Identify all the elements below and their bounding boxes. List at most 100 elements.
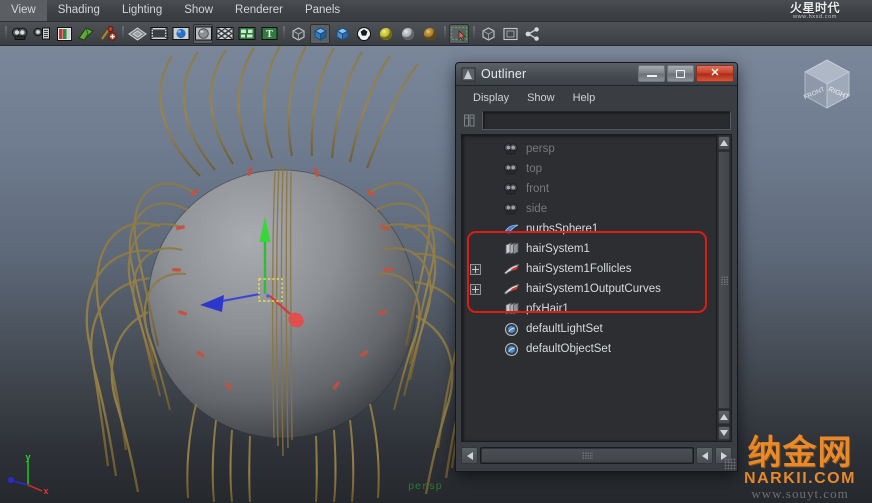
expand-toggle[interactable] [470,283,481,295]
scroll-left-small-button[interactable] [696,447,713,464]
cube-textured-icon[interactable] [332,24,352,44]
minimize-button[interactable] [638,65,665,82]
scroll-up-button[interactable] [718,136,730,150]
hair-strands-back [159,46,419,177]
smooth-shade-icon[interactable] [171,24,191,44]
outliner-item-label: top [526,163,542,175]
outliner-title-bar[interactable]: Outliner ✕ [456,63,737,86]
camera-attributes-icon[interactable] [32,24,52,44]
outliner-app-icon [461,67,476,81]
close-icon: ✕ [710,67,720,79]
outliner-item-defaultlightset[interactable]: defaultLightSet [462,319,716,339]
film-icon[interactable] [149,24,169,44]
toolbar-separator [119,25,126,43]
outliner-item-hairsystem1outputcurves[interactable]: hairSystem1OutputCurves [462,279,716,299]
outliner-item-label: side [526,203,548,215]
wireframe-icon[interactable] [127,24,147,44]
svg-text:T: T [266,29,273,40]
share-icon[interactable] [522,24,542,44]
nurbs-surface-icon [502,221,520,237]
toolbar-separator [441,25,448,43]
outliner-list-panel: persp top front side nurbsSphere1 hairSy… [461,134,732,442]
camera-icon[interactable] [10,24,30,44]
outliner-menu-help[interactable]: Help [564,90,605,106]
menu-view[interactable]: View [0,0,47,21]
outliner-item-label: front [526,183,550,195]
outliner-item-label: hairSystem1Follicles [526,263,632,275]
outliner-vertical-scrollbar[interactable] [716,135,731,441]
outliner-title-text: Outliner [481,67,527,81]
outliner-item-front[interactable]: front [462,179,716,199]
marquee-select-icon[interactable] [449,23,469,44]
outliner-search-input[interactable] [482,110,731,130]
toolbar-separator [470,25,477,43]
set-icon [502,341,520,357]
scroll-up-small-button[interactable] [718,410,730,424]
outliner-menu-display[interactable]: Display [464,90,518,106]
paint-icon[interactable] [76,24,96,44]
filter-icon[interactable] [462,111,479,129]
scroll-left-button[interactable] [461,447,478,464]
xray-icon[interactable] [237,24,257,44]
viewport-icon-toolbar: T [0,22,872,46]
outliner-body: Display Show Help persp top front side n… [456,86,737,471]
expand-toggle[interactable] [470,263,481,275]
outliner-item-nurbssphere1[interactable]: nurbsSphere1 [462,219,716,239]
close-button[interactable]: ✕ [696,65,734,82]
light-yellow-icon[interactable] [376,24,396,44]
outliner-item-side[interactable]: side [462,199,716,219]
checker-sphere-icon[interactable] [354,24,374,44]
outliner-item-label: pfxHair1 [526,303,569,315]
outliner-item-label: hairSystem1 [526,243,590,255]
light-amber-icon[interactable] [420,24,440,44]
maximize-button[interactable] [667,65,694,82]
outliner-item-list[interactable]: persp top front side nurbsSphere1 hairSy… [462,135,716,441]
horizontal-scroll-track[interactable] [480,447,694,464]
menu-show[interactable]: Show [173,0,224,21]
outliner-item-pfxhair1[interactable]: pfxHair1 [462,299,716,319]
outliner-item-hairsystem1[interactable]: hairSystem1 [462,239,716,259]
menu-panels[interactable]: Panels [294,0,351,21]
light-gray-icon[interactable] [398,24,418,44]
menu-lighting[interactable]: Lighting [111,0,173,21]
cube-wireframe-icon[interactable] [288,24,308,44]
outliner-item-persp[interactable]: persp [462,139,716,159]
camera-icon [502,141,520,157]
book-icon[interactable] [54,24,74,44]
brush-add-icon[interactable] [98,24,118,44]
shaded-sphere-icon[interactable] [193,23,213,44]
resize-grip[interactable] [724,458,736,470]
vertical-scroll-thumb[interactable] [718,151,730,409]
outliner-item-top[interactable]: top [462,159,716,179]
camera-icon [502,161,520,177]
scroll-down-button[interactable] [718,426,730,440]
outliner-horizontal-scrollbar[interactable] [461,446,732,465]
menu-renderer[interactable]: Renderer [224,0,294,21]
scroll-grip-icon [581,452,593,459]
scene-render [85,46,477,503]
horizontal-scroll-thumb[interactable] [481,448,693,463]
outliner-item-hairsystem1follicles[interactable]: hairSystem1Follicles [462,259,716,279]
toolbar-separator [2,25,9,43]
texture-icon[interactable] [215,24,235,44]
cube-shaded-icon[interactable] [310,23,330,44]
outliner-item-label: nurbsSphere1 [526,223,599,235]
text-icon[interactable]: T [259,24,279,44]
view-cube[interactable]: FRONT RIGHT [795,54,859,116]
scroll-grip-icon [720,275,728,285]
outliner-window[interactable]: Outliner ✕ Display Show Help persp top f… [455,62,738,472]
menu-shading[interactable]: Shading [47,0,111,21]
axis-y-label: y [25,452,30,462]
isolate-cube-icon[interactable] [478,24,498,44]
camera-icon [502,201,520,217]
hair-system-icon [502,301,520,317]
vertical-scroll-track[interactable] [718,151,730,409]
outliner-item-label: hairSystem1OutputCurves [526,283,661,295]
frame-icon[interactable] [500,24,520,44]
perspective-viewport[interactable]: y x persp FRONT RIGHT 纳金网 NARKII.COM www… [0,46,872,503]
viewport-axis-gizmo: y x [8,451,54,496]
outliner-item-defaultobjectset[interactable]: defaultObjectSet [462,339,716,359]
outliner-menu-show[interactable]: Show [518,90,564,106]
brand-mark-text: 火星时代 [789,1,840,15]
follicle-group-icon [502,261,520,277]
